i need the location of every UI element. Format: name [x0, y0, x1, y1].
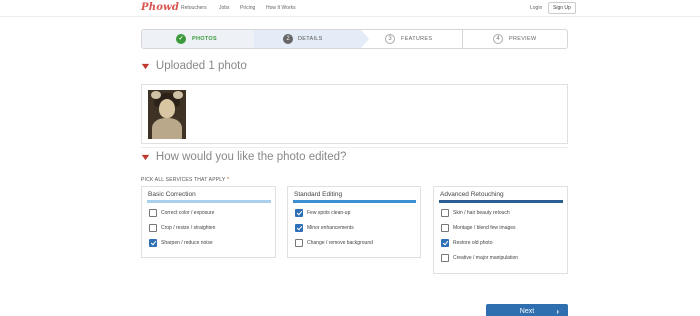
uploaded-photo-thumbnail[interactable]: [148, 90, 186, 139]
checkbox-unchecked[interactable]: [441, 224, 449, 232]
top-nav: Phowd Retouchers Jobs Pricing How It Wor…: [0, 0, 700, 17]
chevron-down-icon: ▼: [139, 152, 152, 162]
panel-title: Standard Editing: [294, 191, 343, 198]
progress-stepper: ✓ PHOTOS 2 DETAILS 3 FEATURES 4 PREVIEW: [141, 29, 568, 49]
checkbox-unchecked[interactable]: [149, 209, 157, 217]
checkbox-checked[interactable]: [295, 224, 303, 232]
nav-link-how-it-works[interactable]: How It Works: [266, 5, 296, 11]
chevron-right-icon: ›: [556, 307, 559, 316]
checkbox-unchecked[interactable]: [295, 239, 303, 247]
step-divider: [462, 30, 463, 48]
basic-correction-panel: Basic Correction Correct color / exposur…: [141, 186, 276, 258]
step-number-preview: 4: [493, 34, 503, 44]
panel-title: Advanced Retouching: [440, 191, 504, 198]
advanced-retouching-panel: Advanced Retouching Skin / hair beauty r…: [433, 186, 568, 274]
panel-title: Basic Correction: [148, 191, 196, 198]
next-button-label: Next: [519, 308, 535, 315]
checkbox-checked[interactable]: [295, 209, 303, 217]
next-button[interactable]: Next ›: [486, 304, 568, 316]
step-label-photos: PHOTOS: [192, 36, 217, 42]
signup-button[interactable]: Sign Up: [548, 2, 576, 14]
check-icon: ✓: [176, 34, 186, 44]
step-label-preview[interactable]: PREVIEW: [509, 36, 536, 42]
checkbox-unchecked[interactable]: [149, 224, 157, 232]
nav-link-jobs[interactable]: Jobs: [219, 5, 230, 11]
nav-link-retouchers[interactable]: Retouchers: [181, 5, 207, 11]
required-marker: *: [226, 177, 230, 183]
step-label-details: DETAILS: [298, 36, 323, 42]
step-label-features[interactable]: FEATURES: [401, 36, 432, 42]
step-number-details: 2: [283, 34, 293, 44]
chevron-down-icon: ▼: [139, 61, 152, 71]
panel-accent-bar: [293, 200, 416, 203]
brand-logo[interactable]: Phowd: [141, 2, 179, 13]
checkbox-unchecked[interactable]: [441, 254, 449, 262]
checkbox-checked[interactable]: [441, 239, 449, 247]
section-divider: [141, 147, 568, 148]
login-link[interactable]: Login: [530, 5, 542, 11]
services-instruction: PICK ALL SERVICES THAT APPLY *: [141, 177, 230, 183]
edit-heading-text: How would you like the photo edited?: [155, 151, 347, 163]
step-number-features: 3: [385, 34, 395, 44]
checkbox-checked[interactable]: [149, 239, 157, 247]
uploaded-heading-text: Uploaded 1 photo: [155, 60, 247, 72]
step-divider-chevron: [361, 30, 369, 48]
nav-link-pricing[interactable]: Pricing: [240, 5, 255, 11]
panel-accent-bar: [147, 200, 271, 203]
uploaded-section-heading[interactable]: ▼ Uploaded 1 photo: [139, 60, 247, 72]
standard-editing-panel: Standard Editing Few spots clean-up Mino…: [287, 186, 421, 258]
edit-section-heading[interactable]: ▼ How would you like the photo edited?: [139, 151, 347, 163]
checkbox-unchecked[interactable]: [441, 209, 449, 217]
panel-accent-bar: [439, 200, 563, 203]
uploaded-photos-panel: [141, 84, 568, 144]
